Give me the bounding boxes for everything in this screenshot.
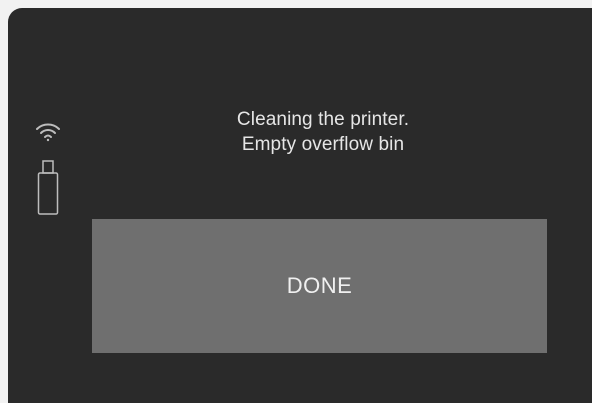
wifi-icon (36, 123, 60, 142)
status-rail (28, 120, 68, 216)
status-message-line-1: Cleaning the printer. (236, 109, 410, 130)
printer-screen: Cleaning the printer. Empty overflow bin… (8, 8, 592, 403)
status-message-line-2: Empty overflow bin (241, 134, 405, 155)
printer-display-frame: Cleaning the printer. Empty overflow bin… (8, 8, 592, 403)
usb-drive-icon (37, 160, 59, 215)
done-button[interactable]: DONE (92, 219, 547, 353)
status-message: Cleaning the printer. Empty overflow bin (158, 107, 488, 157)
